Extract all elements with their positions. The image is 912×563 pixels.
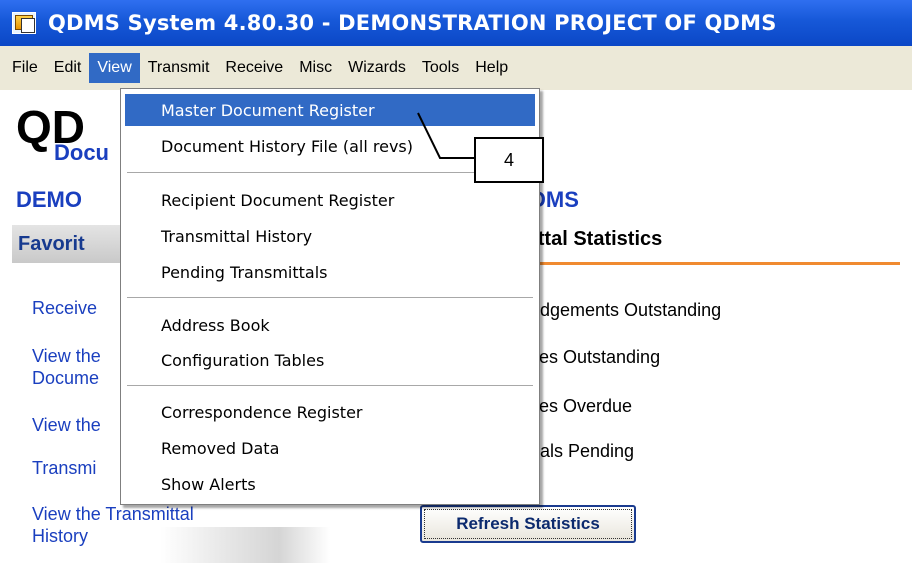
app-icon xyxy=(12,12,36,34)
link-line: History xyxy=(32,526,89,546)
menu-separator xyxy=(127,297,533,298)
menu-item-address-book[interactable]: Address Book xyxy=(125,309,535,341)
menu-item-master-document-register[interactable]: Master Document Register xyxy=(125,94,535,126)
menu-item-recipient-document-register[interactable]: Recipient Document Register xyxy=(125,184,535,216)
menu-item-removed-data[interactable]: Removed Data xyxy=(125,432,535,464)
favorites-header: Favorit xyxy=(12,225,130,263)
link-line: View the xyxy=(32,346,101,366)
menu-file[interactable]: File xyxy=(4,53,46,83)
stat-acknowledgements-outstanding: ledgements Outstanding xyxy=(526,300,722,320)
menu-item-pending-transmittals[interactable]: Pending Transmittals xyxy=(125,256,535,288)
link-line: Receive xyxy=(32,298,98,318)
callout-label: 4 xyxy=(503,149,514,170)
link-line: Transmi xyxy=(32,458,97,478)
menu-tools[interactable]: Tools xyxy=(414,53,467,83)
stat-responses-outstanding: ises Outstanding xyxy=(526,347,661,367)
menu-transmit[interactable]: Transmit xyxy=(140,53,218,83)
transmittal-statistics-header: nittal Statistics xyxy=(520,228,663,250)
menu-bar: File Edit View Transmit Receive Misc Wiz… xyxy=(0,46,912,90)
stat-transmittals-pending: ittals Pending xyxy=(526,441,635,461)
menu-wizards[interactable]: Wizards xyxy=(340,53,414,83)
link-line: View the xyxy=(32,415,101,435)
menu-view[interactable]: View xyxy=(89,53,140,83)
menu-item-correspondence-register[interactable]: Correspondence Register xyxy=(125,396,535,428)
menu-receive[interactable]: Receive xyxy=(217,53,291,83)
menu-item-show-alerts[interactable]: Show Alerts xyxy=(125,468,535,500)
menu-separator xyxy=(127,172,533,173)
favorite-link-view-transmittal-history[interactable]: View the Transmittal History xyxy=(32,503,194,547)
link-line: View the Transmittal xyxy=(32,504,194,524)
refresh-statistics-label: Refresh Statistics xyxy=(456,514,600,533)
project-title: DEMO xyxy=(16,187,82,212)
favorite-link-receive[interactable]: Receive xyxy=(32,297,97,319)
menu-help[interactable]: Help xyxy=(467,53,516,83)
stat-responses-overdue: ises Overdue xyxy=(526,396,633,416)
favorite-link-view[interactable]: View the xyxy=(32,414,101,436)
menu-item-transmittal-history[interactable]: Transmittal History xyxy=(125,220,535,252)
favorite-link-transmit[interactable]: Transmi xyxy=(32,457,96,479)
menu-misc[interactable]: Misc xyxy=(291,53,340,83)
menu-item-configuration-tables[interactable]: Configuration Tables xyxy=(125,344,535,376)
header-underline xyxy=(520,262,900,265)
favorite-link-view-documents[interactable]: View the Docume xyxy=(32,345,101,389)
menu-separator xyxy=(127,385,533,386)
callout-badge: 4 xyxy=(474,137,544,183)
refresh-statistics-button[interactable]: Refresh Statistics xyxy=(420,505,636,543)
app-logo-subtitle: Docu xyxy=(54,140,109,165)
menu-edit[interactable]: Edit xyxy=(46,53,90,83)
window-titlebar: QDMS System 4.80.30 - DEMONSTRATION PROJ… xyxy=(0,0,912,46)
link-line: Docume xyxy=(32,368,100,388)
window-title: QDMS System 4.80.30 - DEMONSTRATION PROJ… xyxy=(48,11,777,35)
favorites-header-label: Favorit xyxy=(18,232,85,255)
